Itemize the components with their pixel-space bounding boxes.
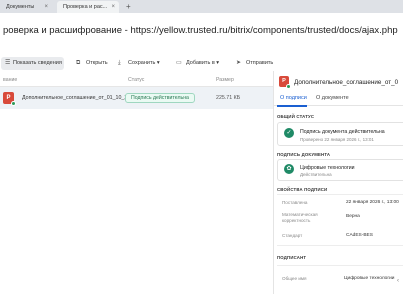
panel-tabs: О подписи О документе [274, 92, 403, 107]
check-circle-icon: ✓ [284, 128, 294, 138]
valid-signature-dot-icon [11, 101, 16, 106]
file-row[interactable]: P Дополнительное_соглашение_от_01_10_20.… [0, 87, 273, 109]
file-size: 225.71 КБ [216, 95, 241, 101]
section-heading-signatory: ПОДПИСАНТ [277, 255, 307, 260]
property-value: Цифровые технологии [344, 276, 395, 281]
open-label: Открыть [86, 60, 108, 66]
tab-signature[interactable]: О подписи [280, 95, 307, 101]
tab-document[interactable]: О документе [316, 95, 349, 101]
property-label: Общее имя [282, 276, 307, 281]
signer-org: Цифровые технологии [300, 165, 355, 171]
chevron-down-icon: ▾ [156, 60, 160, 66]
close-icon[interactable]: × [44, 1, 48, 13]
browser-tab-verify[interactable]: Проверка и рас... × [57, 1, 119, 13]
section-heading-signature-properties: СВОЙСТВА ПОДПИСИ [277, 187, 328, 192]
open-button[interactable]: ⧉ Открыть [76, 57, 108, 70]
active-tab-indicator [277, 105, 307, 107]
signer-status: Действительна [300, 172, 332, 177]
toolbar: ☰ Показать сведения ⧉ Открыть ⤓ Сохранит… [0, 57, 403, 71]
details-panel: P Дополнительное_соглашение_от_0 О подпи… [274, 71, 403, 294]
divider [277, 194, 403, 195]
tab-label: Документы [6, 4, 35, 10]
add-to-button[interactable]: ▭ Добавить в ▾ [176, 57, 219, 70]
list-icon: ☰ [5, 60, 11, 66]
property-label: Поставлена [282, 200, 308, 205]
send-icon: ➤ [236, 60, 242, 66]
status-badge: Подпись действительна [125, 93, 195, 103]
property-value: 22 января 2026 г., 13:00 [346, 200, 399, 205]
send-button[interactable]: ➤ Отправить [236, 57, 273, 70]
save-label: Сохранить [128, 60, 156, 66]
general-status-card: ✓ Подпись документа действительна Провер… [277, 122, 403, 146]
property-label: Стандарт [282, 233, 303, 238]
file-icon-letter: P [6, 95, 11, 101]
show-details-label: Показать сведения [13, 60, 62, 66]
file-icon-letter: P [282, 78, 286, 84]
browser-tab-documents[interactable]: Документы × [0, 1, 52, 13]
property-value: Верна [346, 214, 360, 219]
divider [277, 245, 403, 246]
save-button[interactable]: ⤓ Сохранить ▾ [118, 57, 160, 70]
valid-signature-dot-icon [286, 84, 291, 89]
pdf-file-icon: P [3, 92, 16, 106]
column-header-size[interactable]: Размер [216, 77, 234, 83]
property-value: CAdES-BES [346, 233, 373, 238]
chevron-down-icon: ▾ [216, 60, 220, 66]
add-to-label: Добавить в [186, 60, 215, 66]
section-heading-general-status: ОБЩИЙ СТАТУС [277, 114, 315, 119]
section-heading-document-signature: ПОДПИСЬ ДОКУМЕНТА [277, 152, 331, 157]
page-content: роверка и расшифрование - https://yellow… [0, 13, 403, 294]
browser-tab-strip: Документы × Проверка и рас... × + [0, 0, 403, 13]
certificate-icon: ✿ [284, 164, 294, 174]
page-title: роверка и расшифрование - https://yellow… [3, 25, 398, 36]
file-name: Дополнительное_соглашение_от_01_10_20... [22, 95, 135, 101]
panel-title: Дополнительное_соглашение_от_0 [294, 79, 399, 86]
pdf-file-icon: P [279, 76, 291, 89]
property-label: Математическая корректность [282, 212, 318, 223]
download-icon: ⤓ [118, 60, 121, 66]
column-header-name[interactable]: вание [3, 77, 17, 83]
divider [277, 265, 403, 266]
resize-handle-icon[interactable]: ‹ [397, 278, 399, 284]
column-header-status[interactable]: Статус [128, 77, 144, 83]
send-label: Отправить [246, 60, 274, 66]
close-icon[interactable]: × [111, 1, 115, 13]
checked-at-text: Проверено 22 января 2026 г., 13:01 [300, 137, 374, 142]
external-link-icon: ⧉ [76, 60, 81, 66]
folder-icon: ▭ [176, 60, 182, 66]
status-text: Подпись документа действительна [300, 129, 385, 135]
tab-label: Проверка и рас... [63, 4, 108, 10]
new-tab-button[interactable]: + [126, 1, 131, 13]
show-details-button[interactable]: ☰ Показать сведения [1, 57, 64, 70]
signer-card[interactable]: ✿ Цифровые технологии Действительна [277, 159, 403, 181]
